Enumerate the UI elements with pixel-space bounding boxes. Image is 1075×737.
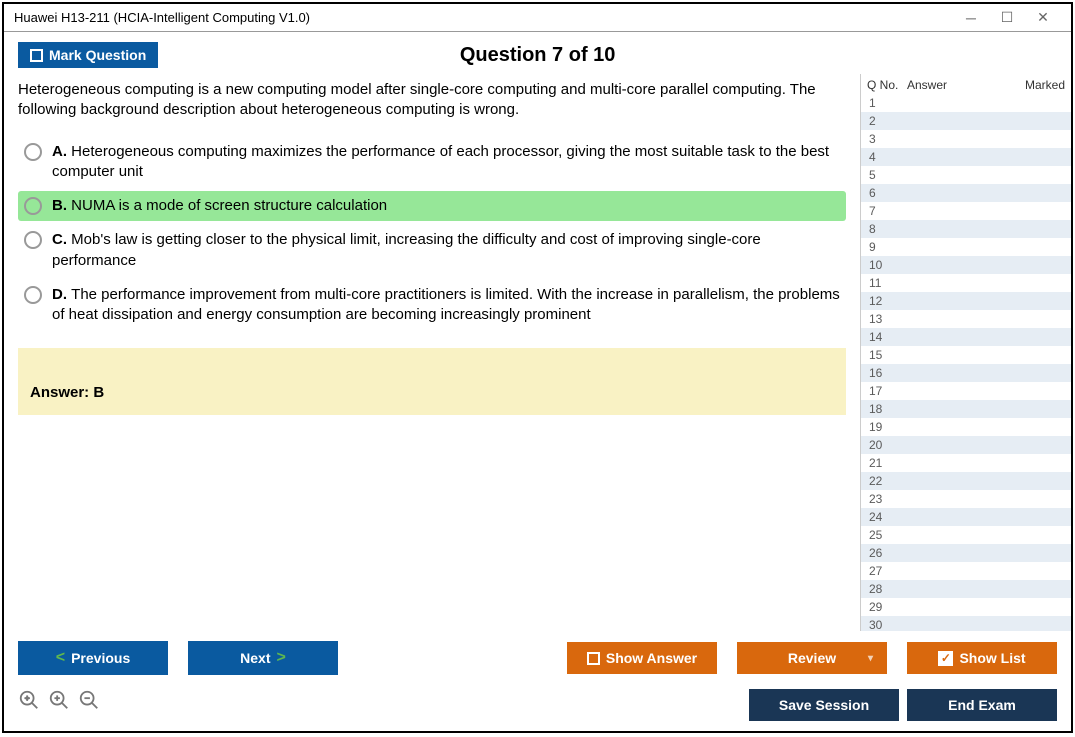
col-marked: Marked [1015, 78, 1065, 92]
show-list-button[interactable]: ✓ Show List [907, 642, 1057, 674]
zoom-reset-icon[interactable] [18, 689, 40, 711]
end-exam-button[interactable]: End Exam [907, 689, 1057, 721]
close-icon[interactable]: ✕ [1025, 6, 1061, 30]
option-text: C. Mob's law is getting closer to the ph… [52, 230, 840, 271]
list-item[interactable]: 25 [861, 526, 1071, 544]
question-list-header: Q No. Answer Marked [861, 74, 1071, 94]
list-item[interactable]: 9 [861, 238, 1071, 256]
option-row[interactable]: B. NUMA is a mode of screen structure ca… [18, 191, 846, 221]
list-item[interactable]: 6 [861, 184, 1071, 202]
review-button[interactable]: Review ▾ [737, 642, 887, 674]
list-item[interactable]: 2 [861, 112, 1071, 130]
list-item[interactable]: 13 [861, 310, 1071, 328]
radio-icon [24, 197, 42, 215]
zoom-in-icon[interactable] [48, 689, 70, 711]
app-window: Huawei H13-211 (HCIA-Intelligent Computi… [2, 2, 1073, 733]
option-row[interactable]: D. The performance improvement from mult… [18, 280, 846, 331]
previous-label: Previous [71, 650, 130, 666]
minimize-icon[interactable]: ─ [953, 6, 989, 30]
question-text: Heterogeneous computing is a new computi… [18, 80, 846, 121]
list-item[interactable]: 24 [861, 508, 1071, 526]
chevron-down-icon: ▾ [868, 653, 873, 664]
list-item[interactable]: 8 [861, 220, 1071, 238]
list-item[interactable]: 4 [861, 148, 1071, 166]
list-item[interactable]: 23 [861, 490, 1071, 508]
main-area: Heterogeneous computing is a new computi… [4, 74, 1071, 631]
option-text: D. The performance improvement from mult… [52, 285, 840, 326]
zoom-out-icon[interactable] [78, 689, 100, 711]
radio-icon [24, 286, 42, 304]
list-item[interactable]: 22 [861, 472, 1071, 490]
review-label: Review [788, 650, 836, 666]
list-item[interactable]: 16 [861, 364, 1071, 382]
list-item[interactable]: 29 [861, 598, 1071, 616]
answer-label: Answer: B [30, 384, 104, 401]
bottom-bar: < Previous Next > Show Answer Review ▾ ✓… [4, 631, 1071, 681]
list-item[interactable]: 20 [861, 436, 1071, 454]
question-content: Heterogeneous computing is a new computi… [4, 74, 860, 631]
chevron-left-icon: < [56, 649, 65, 667]
radio-icon [24, 231, 42, 249]
list-item[interactable]: 21 [861, 454, 1071, 472]
list-item[interactable]: 7 [861, 202, 1071, 220]
save-session-label: Save Session [779, 697, 869, 713]
col-qno: Q No. [867, 78, 907, 92]
window-title: Huawei H13-211 (HCIA-Intelligent Computi… [14, 10, 953, 25]
list-item[interactable]: 30 [861, 616, 1071, 631]
header-row: Mark Question Question 7 of 10 [4, 32, 1071, 74]
save-session-button[interactable]: Save Session [749, 689, 899, 721]
list-item[interactable]: 15 [861, 346, 1071, 364]
answer-box: Answer: B [18, 348, 846, 415]
list-item[interactable]: 5 [861, 166, 1071, 184]
list-item[interactable]: 14 [861, 328, 1071, 346]
options-list: A. Heterogeneous computing maximizes the… [18, 137, 846, 331]
question-counter: Question 7 of 10 [18, 44, 1057, 67]
list-item[interactable]: 18 [861, 400, 1071, 418]
option-row[interactable]: A. Heterogeneous computing maximizes the… [18, 137, 846, 188]
option-text: B. NUMA is a mode of screen structure ca… [52, 196, 840, 216]
list-item[interactable]: 12 [861, 292, 1071, 310]
list-item[interactable]: 11 [861, 274, 1071, 292]
list-item[interactable]: 19 [861, 418, 1071, 436]
list-item[interactable]: 1 [861, 94, 1071, 112]
radio-icon [24, 143, 42, 161]
option-row[interactable]: C. Mob's law is getting closer to the ph… [18, 225, 846, 276]
next-button[interactable]: Next > [188, 641, 338, 675]
col-answer: Answer [907, 78, 1015, 92]
option-text: A. Heterogeneous computing maximizes the… [52, 142, 840, 183]
list-item[interactable]: 27 [861, 562, 1071, 580]
show-list-label: Show List [959, 650, 1025, 666]
window-controls: ─ ☐ ✕ [953, 6, 1061, 30]
list-item[interactable]: 28 [861, 580, 1071, 598]
button-row: < Previous Next > Show Answer Review ▾ ✓… [18, 641, 1057, 675]
show-answer-button[interactable]: Show Answer [567, 642, 717, 674]
next-label: Next [240, 650, 270, 666]
chevron-right-icon: > [277, 649, 286, 667]
end-exam-label: End Exam [948, 697, 1016, 713]
list-item[interactable]: 10 [861, 256, 1071, 274]
question-list[interactable]: 1234567891011121314151617181920212223242… [861, 94, 1071, 631]
list-item[interactable]: 17 [861, 382, 1071, 400]
spacer [108, 689, 741, 721]
titlebar: Huawei H13-211 (HCIA-Intelligent Computi… [4, 4, 1071, 32]
list-item[interactable]: 26 [861, 544, 1071, 562]
show-answer-label: Show Answer [606, 650, 697, 666]
list-item[interactable]: 3 [861, 130, 1071, 148]
check-icon: ✓ [938, 651, 953, 666]
maximize-icon[interactable]: ☐ [989, 6, 1025, 30]
tool-row: Save Session End Exam [4, 681, 1071, 731]
checkbox-icon [587, 652, 600, 665]
question-list-panel: Q No. Answer Marked 12345678910111213141… [860, 74, 1071, 631]
previous-button[interactable]: < Previous [18, 641, 168, 675]
